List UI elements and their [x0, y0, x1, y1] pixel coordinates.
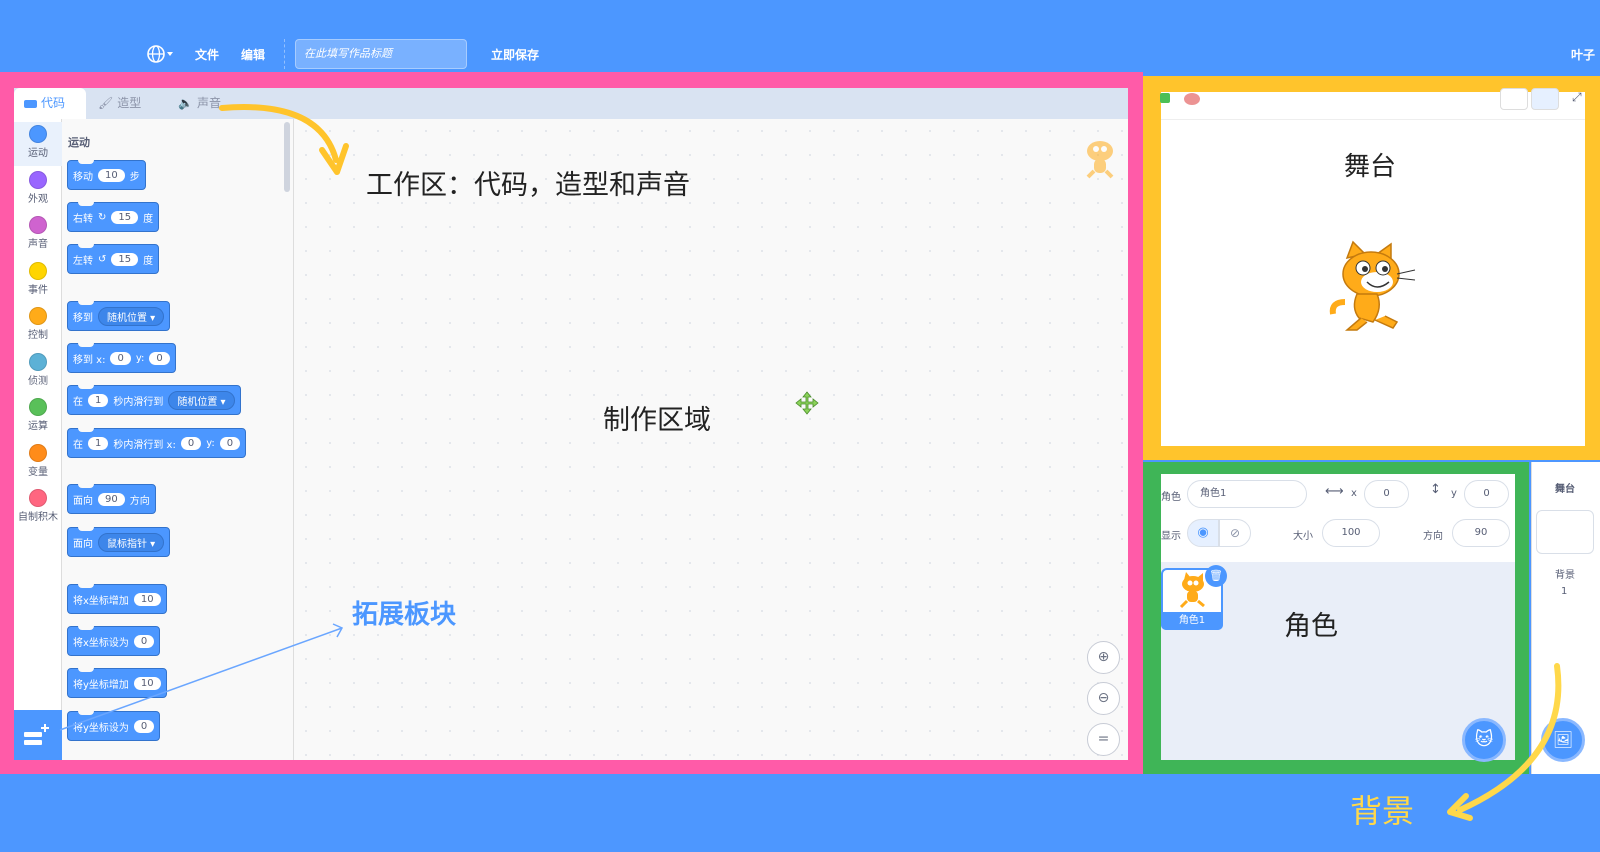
arrow-to-backdrop	[1457, 663, 1562, 813]
arrow-to-workspace	[219, 104, 339, 163]
arrow-to-extension	[59, 627, 343, 731]
annotation-arrows	[59, 104, 1562, 821]
